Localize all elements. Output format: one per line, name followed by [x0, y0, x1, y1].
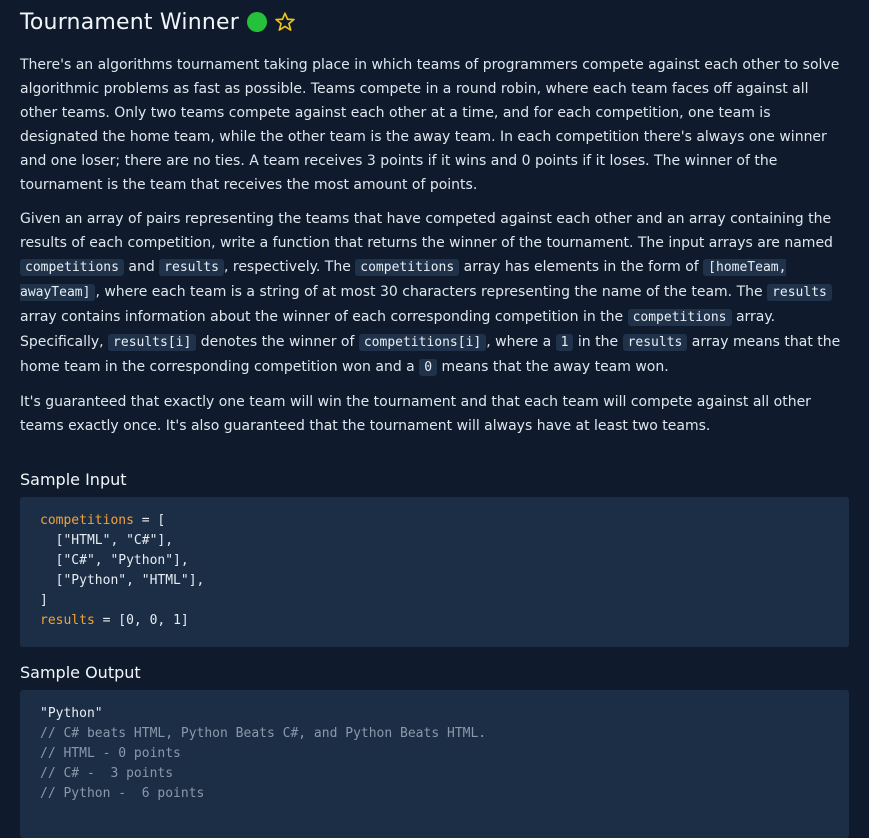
title-row: Tournament Winner [20, 0, 849, 44]
inline-code: results [622, 334, 688, 351]
text-segment: , where each team is a string of at most… [95, 284, 768, 300]
text-segment: array contains information about the win… [20, 309, 628, 325]
code-comment: // HTML - 0 points [40, 746, 181, 761]
code-text: = [ [133, 513, 166, 528]
inline-code: results [159, 259, 224, 276]
code-variable: competitions [40, 513, 134, 528]
code-text: = [0, 0, 1] [94, 613, 189, 628]
inline-code: competitions [20, 259, 124, 276]
sample-output-heading: Sample Output [20, 663, 141, 682]
text-segment: in the [573, 334, 623, 350]
difficulty-status-icon [246, 12, 267, 32]
code-line: "Python" [40, 706, 103, 721]
sample-input-heading: Sample Input [20, 470, 127, 489]
inline-code: results [767, 284, 832, 301]
inline-code: 1 [555, 334, 574, 351]
sample-output-code: "Python" // C# beats HTML, Python Beats … [20, 690, 849, 838]
inline-code: results[i] [108, 334, 197, 351]
inline-code: competitions[i] [358, 334, 487, 351]
code-line: ["C#", "Python"], [40, 553, 189, 568]
description-paragraph-2: Given an array of pairs representing the… [20, 207, 849, 380]
inline-code: competitions [627, 309, 732, 326]
text-segment: , respectively. The [223, 259, 356, 275]
code-line: ["HTML", "C#"], [40, 533, 174, 548]
text-segment: denotes the winner of [196, 334, 359, 350]
code-comment: // Python - 6 points [40, 786, 205, 801]
text-segment: and [123, 259, 160, 275]
text-segment: Given an array of pairs representing the… [20, 211, 833, 251]
text-segment: , where a [486, 334, 556, 350]
inline-code: competitions [355, 259, 460, 276]
code-line: ["Python", "HTML"], [40, 573, 205, 588]
code-variable: results [40, 613, 95, 628]
description-paragraph-3: It's guaranteed that exactly one team wi… [20, 394, 811, 434]
problem-page: Tournament Winner There's an algorithms … [0, 0, 869, 838]
text-segment: means that the away team won. [437, 359, 669, 375]
sample-input-code: competitions = [ ["HTML", "C#"], ["C#", … [20, 497, 849, 647]
code-comment: // C# beats HTML, Python Beats C#, and P… [40, 726, 487, 741]
code-line: ] [40, 593, 48, 608]
description-paragraph-1: There's an algorithms tournament taking … [20, 57, 840, 193]
inline-code: 0 [419, 359, 438, 376]
code-comment: // C# - 3 points [40, 766, 174, 781]
text-segment: array has elements in the form of [459, 259, 704, 275]
star-outline-icon[interactable] [274, 11, 296, 33]
page-title: Tournament Winner [20, 9, 239, 35]
